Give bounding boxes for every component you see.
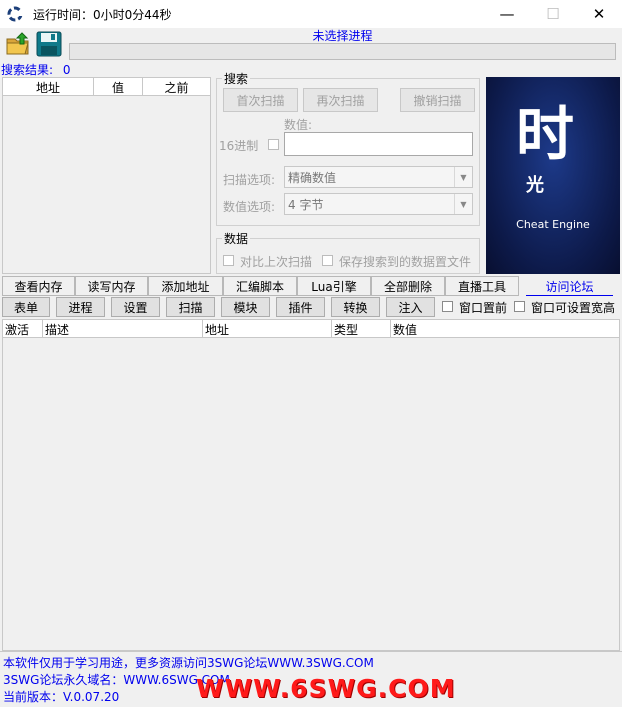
first-scan-button[interactable]: 首次扫描 <box>223 88 298 112</box>
compare-last-label: 对比上次扫描 <box>240 255 313 269</box>
column-header-type[interactable]: 类型 <box>332 320 391 338</box>
scan-option-value: 精确数值 <box>288 170 337 185</box>
tab-bar: 查看内存 读写内存 添加地址 汇编脚本 Lua引擎 全部删除 直播工具 访问论坛 <box>2 276 620 296</box>
value-label: 数值: <box>284 118 313 132</box>
save-to-file-checkbox[interactable] <box>322 255 333 266</box>
cheat-table[interactable]: 激活 描述 地址 类型 数值 <box>2 319 620 651</box>
search-group-title: 搜索 <box>222 70 251 87</box>
undo-scan-button[interactable]: 撤销扫描 <box>400 88 475 112</box>
search-results-text: 搜索结果: <box>1 63 54 77</box>
hex-label: 16进制 <box>219 139 259 153</box>
topmost-checkbox[interactable] <box>442 301 453 312</box>
title-bar: 运行时间：0小时0分44秒 — ☐ ✕ <box>0 0 622 28</box>
save-table-button[interactable] <box>35 30 63 58</box>
maximize-button[interactable]: ☐ <box>530 0 576 28</box>
scan-option-select[interactable]: 精确数值 ▼ <box>284 166 473 188</box>
search-results-label: 搜索结果: 0 <box>1 61 71 78</box>
footer-line-1[interactable]: 本软件仅用于学习用途，更多资源访问3SWG论坛WWW.3SWG.COM <box>3 654 374 671</box>
menu-convert-button[interactable]: 转换 <box>331 297 380 317</box>
next-scan-button[interactable]: 再次扫描 <box>303 88 378 112</box>
tab-view-memory[interactable]: 查看内存 <box>2 276 75 296</box>
value-option-select[interactable]: 4 字节 ▼ <box>284 193 473 215</box>
value-option-label: 数值选项: <box>223 200 276 214</box>
open-process-button[interactable] <box>4 30 32 58</box>
tab-asm-script[interactable]: 汇编脚本 <box>223 276 297 296</box>
menu-process-button[interactable]: 进程 <box>56 297 105 317</box>
save-to-file-label: 保存搜索到的数据置文件 <box>339 255 472 269</box>
cheat-table-header: 激活 描述 地址 类型 数值 <box>3 320 619 338</box>
window-title: 运行时间：0小时0分44秒 <box>33 8 172 22</box>
tab-rw-memory[interactable]: 读写内存 <box>75 276 148 296</box>
resizable-label: 窗口可设置宽高 <box>531 301 616 315</box>
column-header-address[interactable]: 地址 <box>203 320 332 338</box>
tab-delete-all[interactable]: 全部删除 <box>371 276 445 296</box>
app-icon <box>6 5 24 23</box>
scan-progress-bar <box>69 43 616 60</box>
minimize-button[interactable]: — <box>484 0 530 28</box>
floppy-disk-icon <box>36 31 62 57</box>
column-header-value[interactable]: 值 <box>94 78 143 96</box>
menu-table-button[interactable]: 表单 <box>2 297 50 317</box>
chevron-down-icon: ▼ <box>454 167 472 187</box>
topmost-label: 窗口置前 <box>459 301 508 315</box>
value-option-value: 4 字节 <box>288 197 324 212</box>
cheat-engine-logo: 时 光 Cheat Engine <box>486 77 620 274</box>
value-input[interactable] <box>284 132 473 156</box>
menu-modules-button[interactable]: 模块 <box>221 297 270 317</box>
close-button[interactable]: ✕ <box>576 0 622 28</box>
compare-last-checkbox[interactable] <box>223 255 234 266</box>
column-header-address[interactable]: 地址 <box>3 78 94 96</box>
search-results-count: 0 <box>62 63 71 77</box>
footer-line-3: 当前版本：V.0.07.20 <box>3 690 120 704</box>
scan-option-label: 扫描选项: <box>223 173 276 187</box>
logo-caption: Cheat Engine <box>516 218 590 231</box>
column-header-previous[interactable]: 之前 <box>143 78 210 96</box>
tab-live-tools[interactable]: 直播工具 <box>445 276 519 296</box>
logo-glyph-sub: 光 <box>526 175 544 196</box>
resizable-checkbox[interactable] <box>514 301 525 312</box>
menu-inject-button[interactable]: 注入 <box>386 297 435 317</box>
tab-visit-forum[interactable]: 访问论坛 <box>526 278 613 296</box>
hex-checkbox[interactable] <box>268 139 279 150</box>
results-header: 地址 值 之前 <box>3 78 210 96</box>
column-header-active[interactable]: 激活 <box>3 320 43 338</box>
results-list[interactable]: 地址 值 之前 <box>2 77 211 274</box>
menu-scan-button[interactable]: 扫描 <box>166 297 215 317</box>
chevron-down-icon: ▼ <box>454 194 472 214</box>
tab-add-address[interactable]: 添加地址 <box>148 276 223 296</box>
column-header-value[interactable]: 数值 <box>391 320 619 338</box>
open-folder-icon <box>6 32 29 55</box>
column-header-description[interactable]: 描述 <box>43 320 203 338</box>
data-group-title: 数据 <box>222 230 251 247</box>
logo-glyph-main: 时 <box>516 100 575 168</box>
menu-plugins-button[interactable]: 插件 <box>276 297 325 317</box>
tab-lua-engine[interactable]: Lua引擎 <box>297 276 371 296</box>
process-status: 未选择进程 <box>312 29 373 43</box>
menu-settings-button[interactable]: 设置 <box>111 297 160 317</box>
watermark: WWW.6SWG.COM <box>196 674 456 703</box>
